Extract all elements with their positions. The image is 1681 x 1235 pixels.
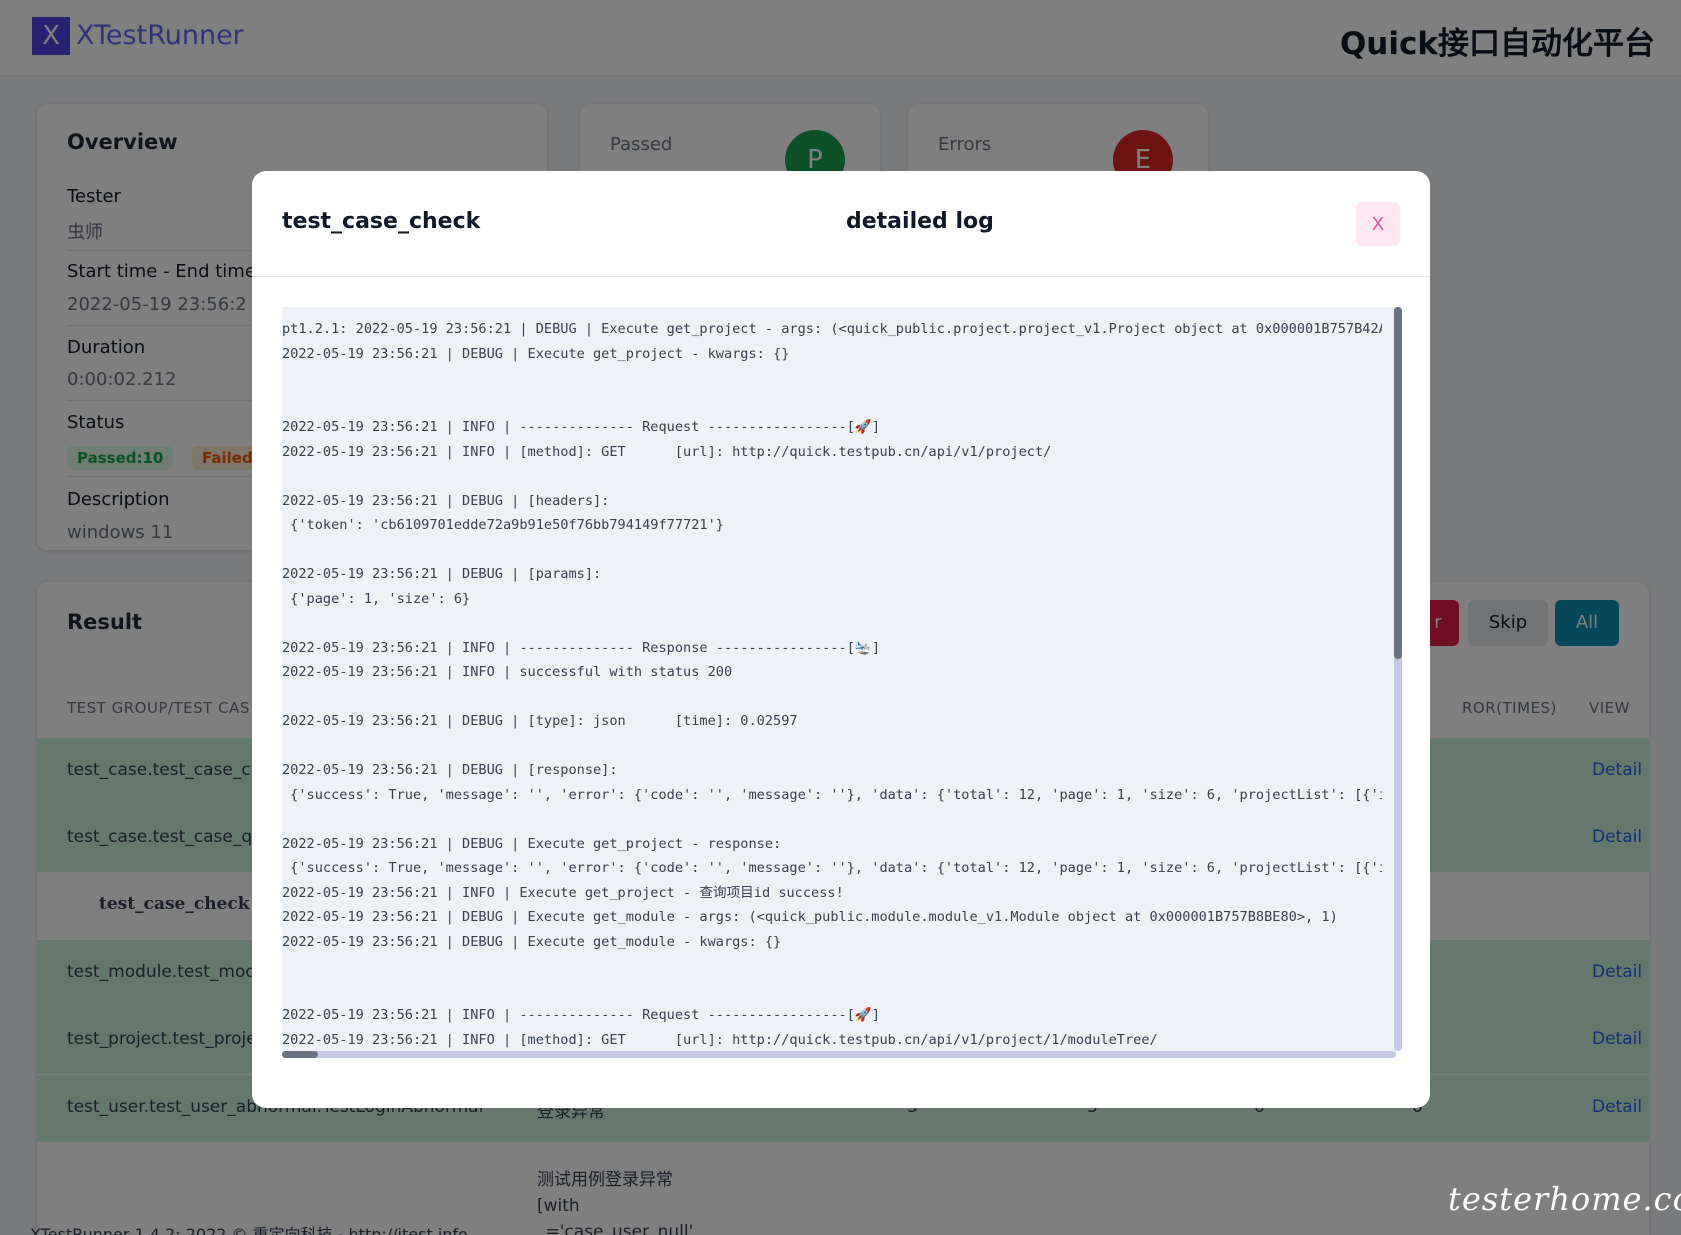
log-line: 2022-05-19 23:56:21 | DEBUG | Execute ge… <box>282 835 782 852</box>
close-button[interactable]: X <box>1356 202 1400 246</box>
log-line: 2022-05-19 23:56:21 | DEBUG | Execute ge… <box>282 909 1338 925</box>
modal-divider <box>252 276 1430 277</box>
log-line: pt1.2.1: 2022-05-19 23:56:21 | DEBUG | E… <box>282 321 1382 337</box>
log-line: {'success': True, 'message': '', 'error'… <box>282 860 1382 876</box>
horizontal-scroll-thumb[interactable] <box>282 1051 318 1058</box>
log-line: 2022-05-19 23:56:21 | INFO | [method]: G… <box>282 1031 1158 1048</box>
modal-title: detailed log <box>846 209 994 234</box>
log-line: {'token': 'cb6109701edde72a9b91e50f76bb7… <box>282 517 724 533</box>
log-line: 2022-05-19 23:56:21 | INFO | successful … <box>282 664 733 680</box>
log-line: 2022-05-19 23:56:21 | INFO | -----------… <box>282 1007 880 1023</box>
log-line: 2022-05-19 23:56:21 | INFO | Execute get… <box>282 884 844 901</box>
horizontal-scrollbar[interactable] <box>282 1051 1396 1058</box>
log-line: 2022-05-19 23:56:21 | INFO | -----------… <box>282 639 880 656</box>
log-line: {'success': True, 'message': '', 'error'… <box>282 786 1382 803</box>
watermark: testerhome.com <box>1448 1180 1681 1218</box>
detailed-log-modal: test_case_check detailed log X pt1.2.1: … <box>252 171 1430 1108</box>
modal-case-title: test_case_check <box>282 209 481 234</box>
log-line: 2022-05-19 23:56:21 | DEBUG | [headers]: <box>282 492 610 509</box>
vertical-scrollbar[interactable] <box>1394 307 1402 1051</box>
log-line: 2022-05-19 23:56:21 | INFO | -----------… <box>282 419 880 435</box>
log-line: 2022-05-19 23:56:21 | DEBUG | Execute ge… <box>282 345 790 362</box>
log-line: 2022-05-19 23:56:21 | DEBUG | [params]: <box>282 566 602 582</box>
log-line: 2022-05-19 23:56:21 | DEBUG | [response]… <box>282 762 618 778</box>
log-lines: pt1.2.1: 2022-05-19 23:56:21 | DEBUG | E… <box>282 317 1382 1052</box>
log-line: {'page': 1, 'size': 6} <box>282 590 471 607</box>
log-line: 2022-05-19 23:56:21 | DEBUG | [type]: js… <box>282 713 798 729</box>
log-viewer[interactable]: pt1.2.1: 2022-05-19 23:56:21 | DEBUG | E… <box>282 307 1396 1057</box>
log-line: 2022-05-19 23:56:21 | INFO | [method]: G… <box>282 443 1052 460</box>
log-line: 2022-05-19 23:56:21 | DEBUG | Execute ge… <box>282 933 782 950</box>
vertical-scroll-thumb[interactable] <box>1394 307 1402 659</box>
